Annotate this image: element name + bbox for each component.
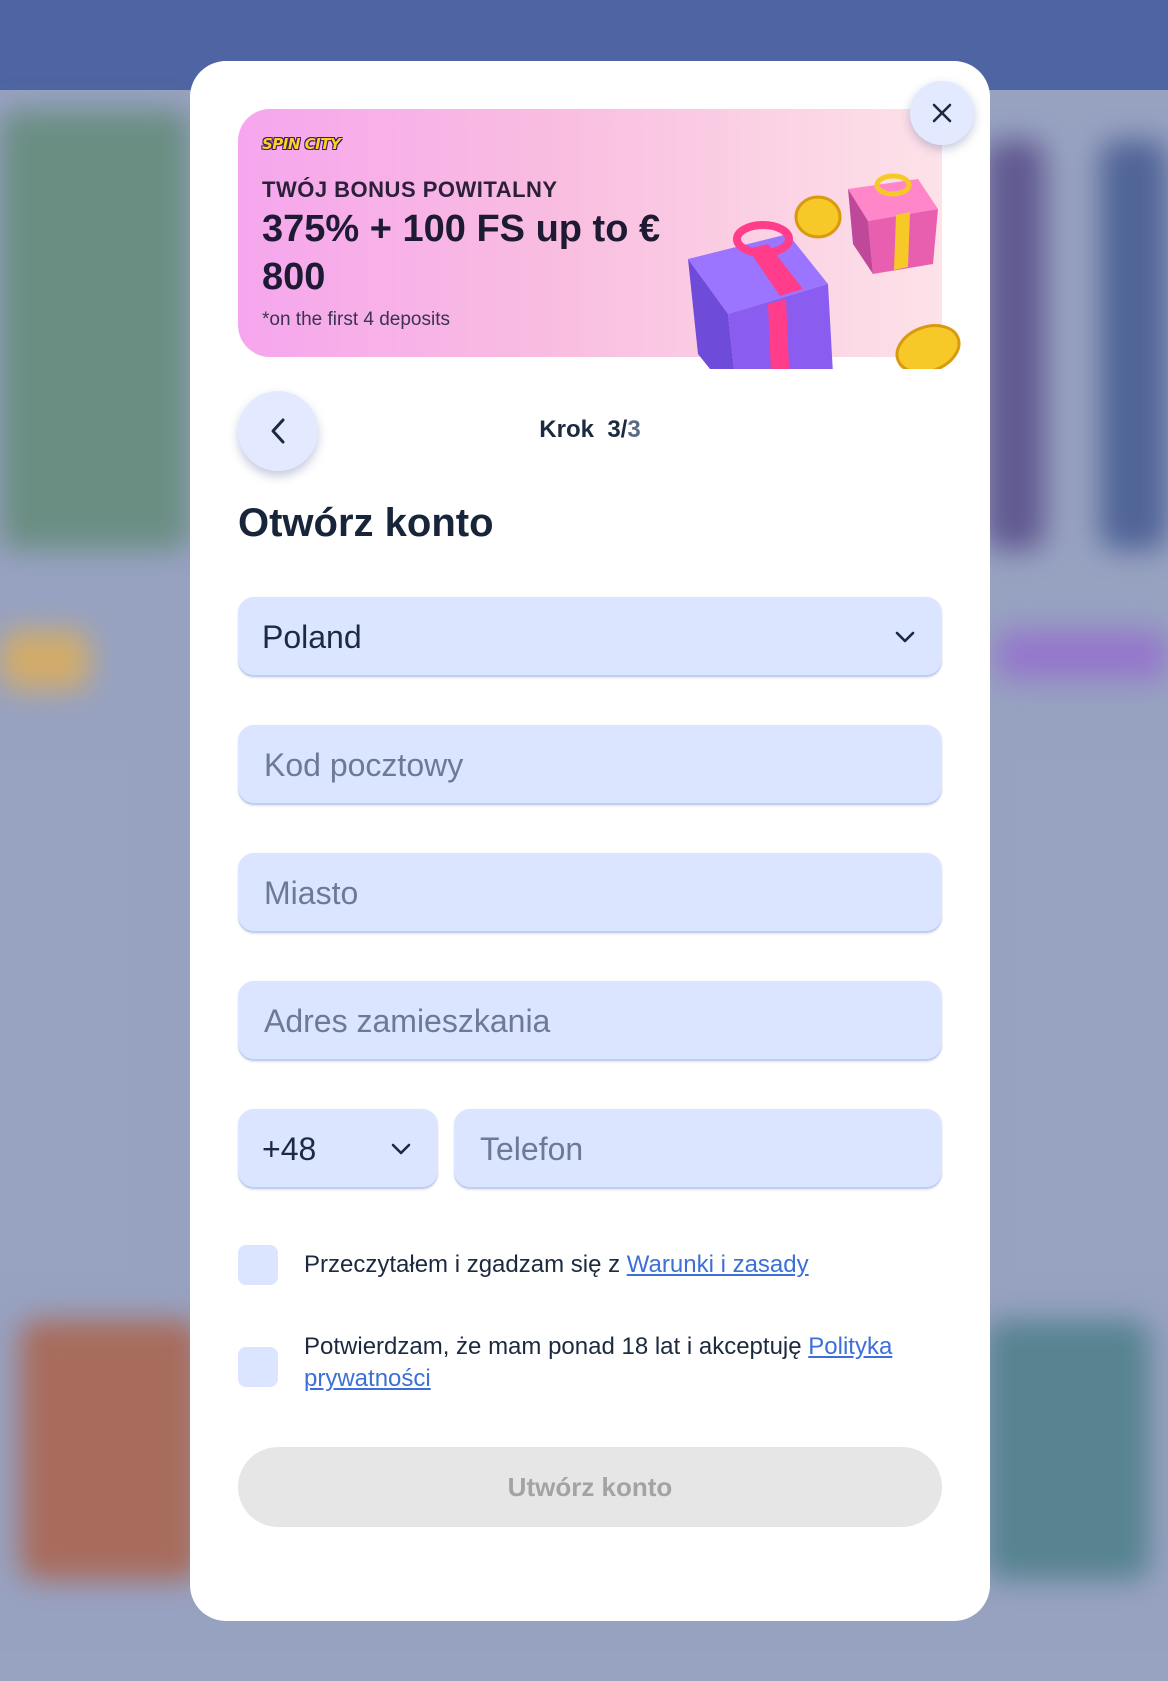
chevron-down-icon	[895, 631, 915, 643]
brand-logo: SPIN CITY	[262, 135, 341, 153]
age-label: Potwierdzam, że mam ponad 18 lat i akcep…	[304, 1333, 809, 1360]
step-current: 3	[607, 416, 621, 443]
coin-icon	[895, 324, 961, 369]
bonus-note: *on the first 4 deposits	[262, 309, 450, 330]
bonus-title: 375% + 100 FS up to € 800	[262, 208, 661, 298]
age-checkbox[interactable]	[238, 1347, 278, 1387]
city-field[interactable]: Miasto	[238, 853, 942, 933]
step-label: Krok	[539, 416, 594, 443]
phone-prefix-value: +48	[262, 1130, 317, 1167]
close-button[interactable]	[910, 81, 974, 145]
city-placeholder: Miasto	[264, 874, 359, 911]
bonus-subtitle: TWÓJ BONUS POWITALNY	[262, 177, 558, 202]
country-select[interactable]: Poland	[238, 597, 942, 677]
age-consent-text: Potwierdzam, że mam ponad 18 lat i akcep…	[304, 1331, 924, 1395]
postal-code-placeholder: Kod pocztowy	[264, 746, 464, 783]
chevron-down-icon	[391, 1143, 411, 1155]
step-total: 3	[627, 416, 641, 443]
gift-illustration	[688, 173, 961, 369]
gift-box-icon	[688, 221, 833, 369]
phone-placeholder: Telefon	[480, 1130, 584, 1167]
phone-field[interactable]: Telefon	[454, 1109, 942, 1189]
phone-prefix-select[interactable]: +48	[238, 1109, 438, 1189]
postal-code-field[interactable]: Kod pocztowy	[238, 725, 942, 805]
terms-consent-text: Przeczytałem i zgadzam się z Warunki i z…	[304, 1249, 924, 1281]
registration-modal: SPIN CITY TWÓJ BONUS POWITALNY 375% + 10…	[190, 61, 990, 1621]
step-indicator: Krok 3/3	[190, 416, 990, 444]
welcome-bonus-banner: SPIN CITY TWÓJ BONUS POWITALNY 375% + 10…	[238, 109, 961, 369]
coin-icon	[794, 195, 842, 239]
address-field[interactable]: Adres zamieszkania	[238, 981, 942, 1061]
address-placeholder: Adres zamieszkania	[264, 1002, 551, 1039]
terms-consent-row: Przeczytałem i zgadzam się z Warunki i z…	[238, 1245, 924, 1285]
age-consent-row: Potwierdzam, że mam ponad 18 lat i akcep…	[238, 1331, 924, 1395]
terms-checkbox[interactable]	[238, 1245, 278, 1285]
create-account-button[interactable]: Utwórz konto	[238, 1447, 942, 1527]
close-icon	[932, 103, 952, 123]
terms-label: Przeczytałem i zgadzam się z	[304, 1251, 627, 1278]
country-select-value: Poland	[262, 618, 362, 655]
terms-link[interactable]: Warunki i zasady	[627, 1251, 809, 1278]
gift-box-icon	[848, 173, 938, 274]
page-title: Otwórz konto	[238, 501, 494, 545]
